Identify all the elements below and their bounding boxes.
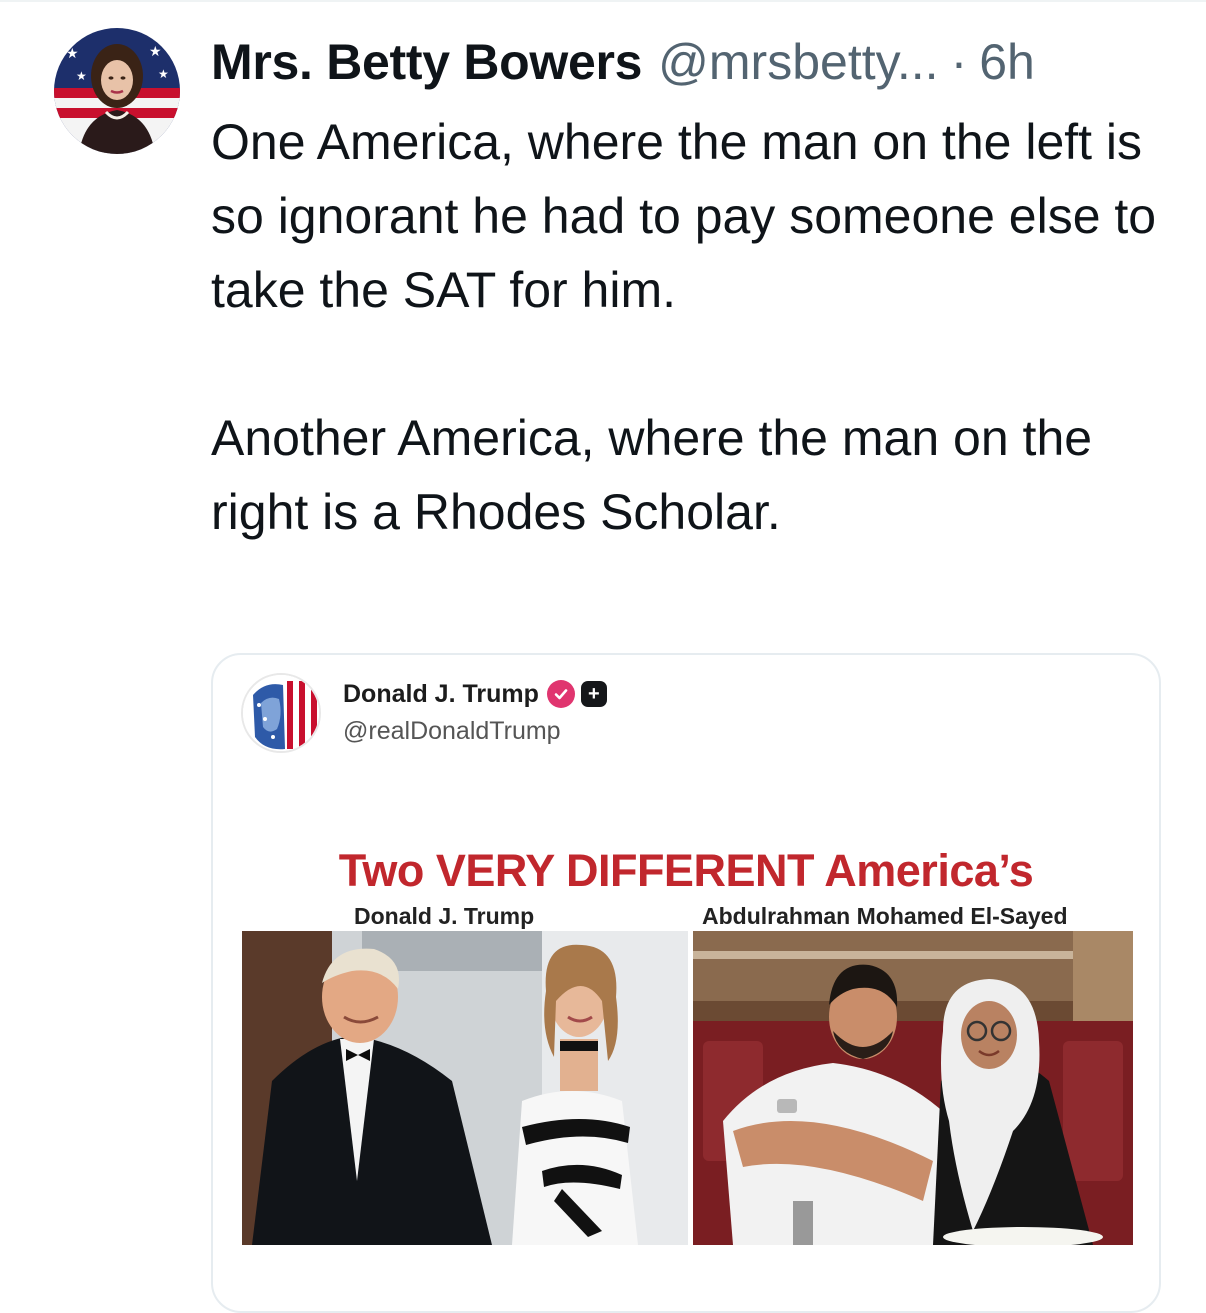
plus-badge-icon: + [580,681,607,707]
left-photo[interactable] [242,931,688,1245]
author-handle[interactable]: @mrsbetty... [658,30,938,94]
quoted-author-name[interactable]: Donald J. Trump [343,680,539,709]
image-left-caption: Donald J. Trump [354,903,535,929]
quoted-author-row: Donald J. Trump + [343,675,607,713]
svg-text:★: ★ [149,43,162,59]
author-avatar[interactable]: ★ ★ ★ ★ [54,28,180,154]
tweet[interactable]: ★ ★ ★ ★ Mrs. Betty Bowers @mrsbetty... ·… [0,0,1206,1313]
tweet-text: One America, where the man on the left i… [211,105,1171,549]
quoted-post-card[interactable]: Donald J. Trump + @realDonaldTrump Two V… [211,653,1161,1313]
tweet-header: Mrs. Betty Bowers @mrsbetty... · 6h [211,30,1171,94]
separator-dot: · [950,34,968,90]
right-photo[interactable] [693,931,1133,1245]
image-right-caption: Abdulrahman Mohamed El-Sayed [702,903,1068,929]
author-name[interactable]: Mrs. Betty Bowers [211,30,642,94]
timestamp[interactable]: 6h [979,30,1035,94]
verified-check-icon [546,680,575,708]
svg-text:★: ★ [66,45,79,61]
tweet-text-paragraph-1: One America, where the man on the left i… [211,114,1157,318]
image-headline: Two VERY DIFFERENT America’s [338,845,1034,896]
quoted-author-handle[interactable]: @realDonaldTrump [343,717,561,746]
quoted-author-avatar[interactable] [241,673,321,753]
svg-text:★: ★ [76,69,87,83]
tweet-text-paragraph-2: Another America, where the man on the ri… [211,410,1093,540]
svg-text:★: ★ [158,67,169,81]
